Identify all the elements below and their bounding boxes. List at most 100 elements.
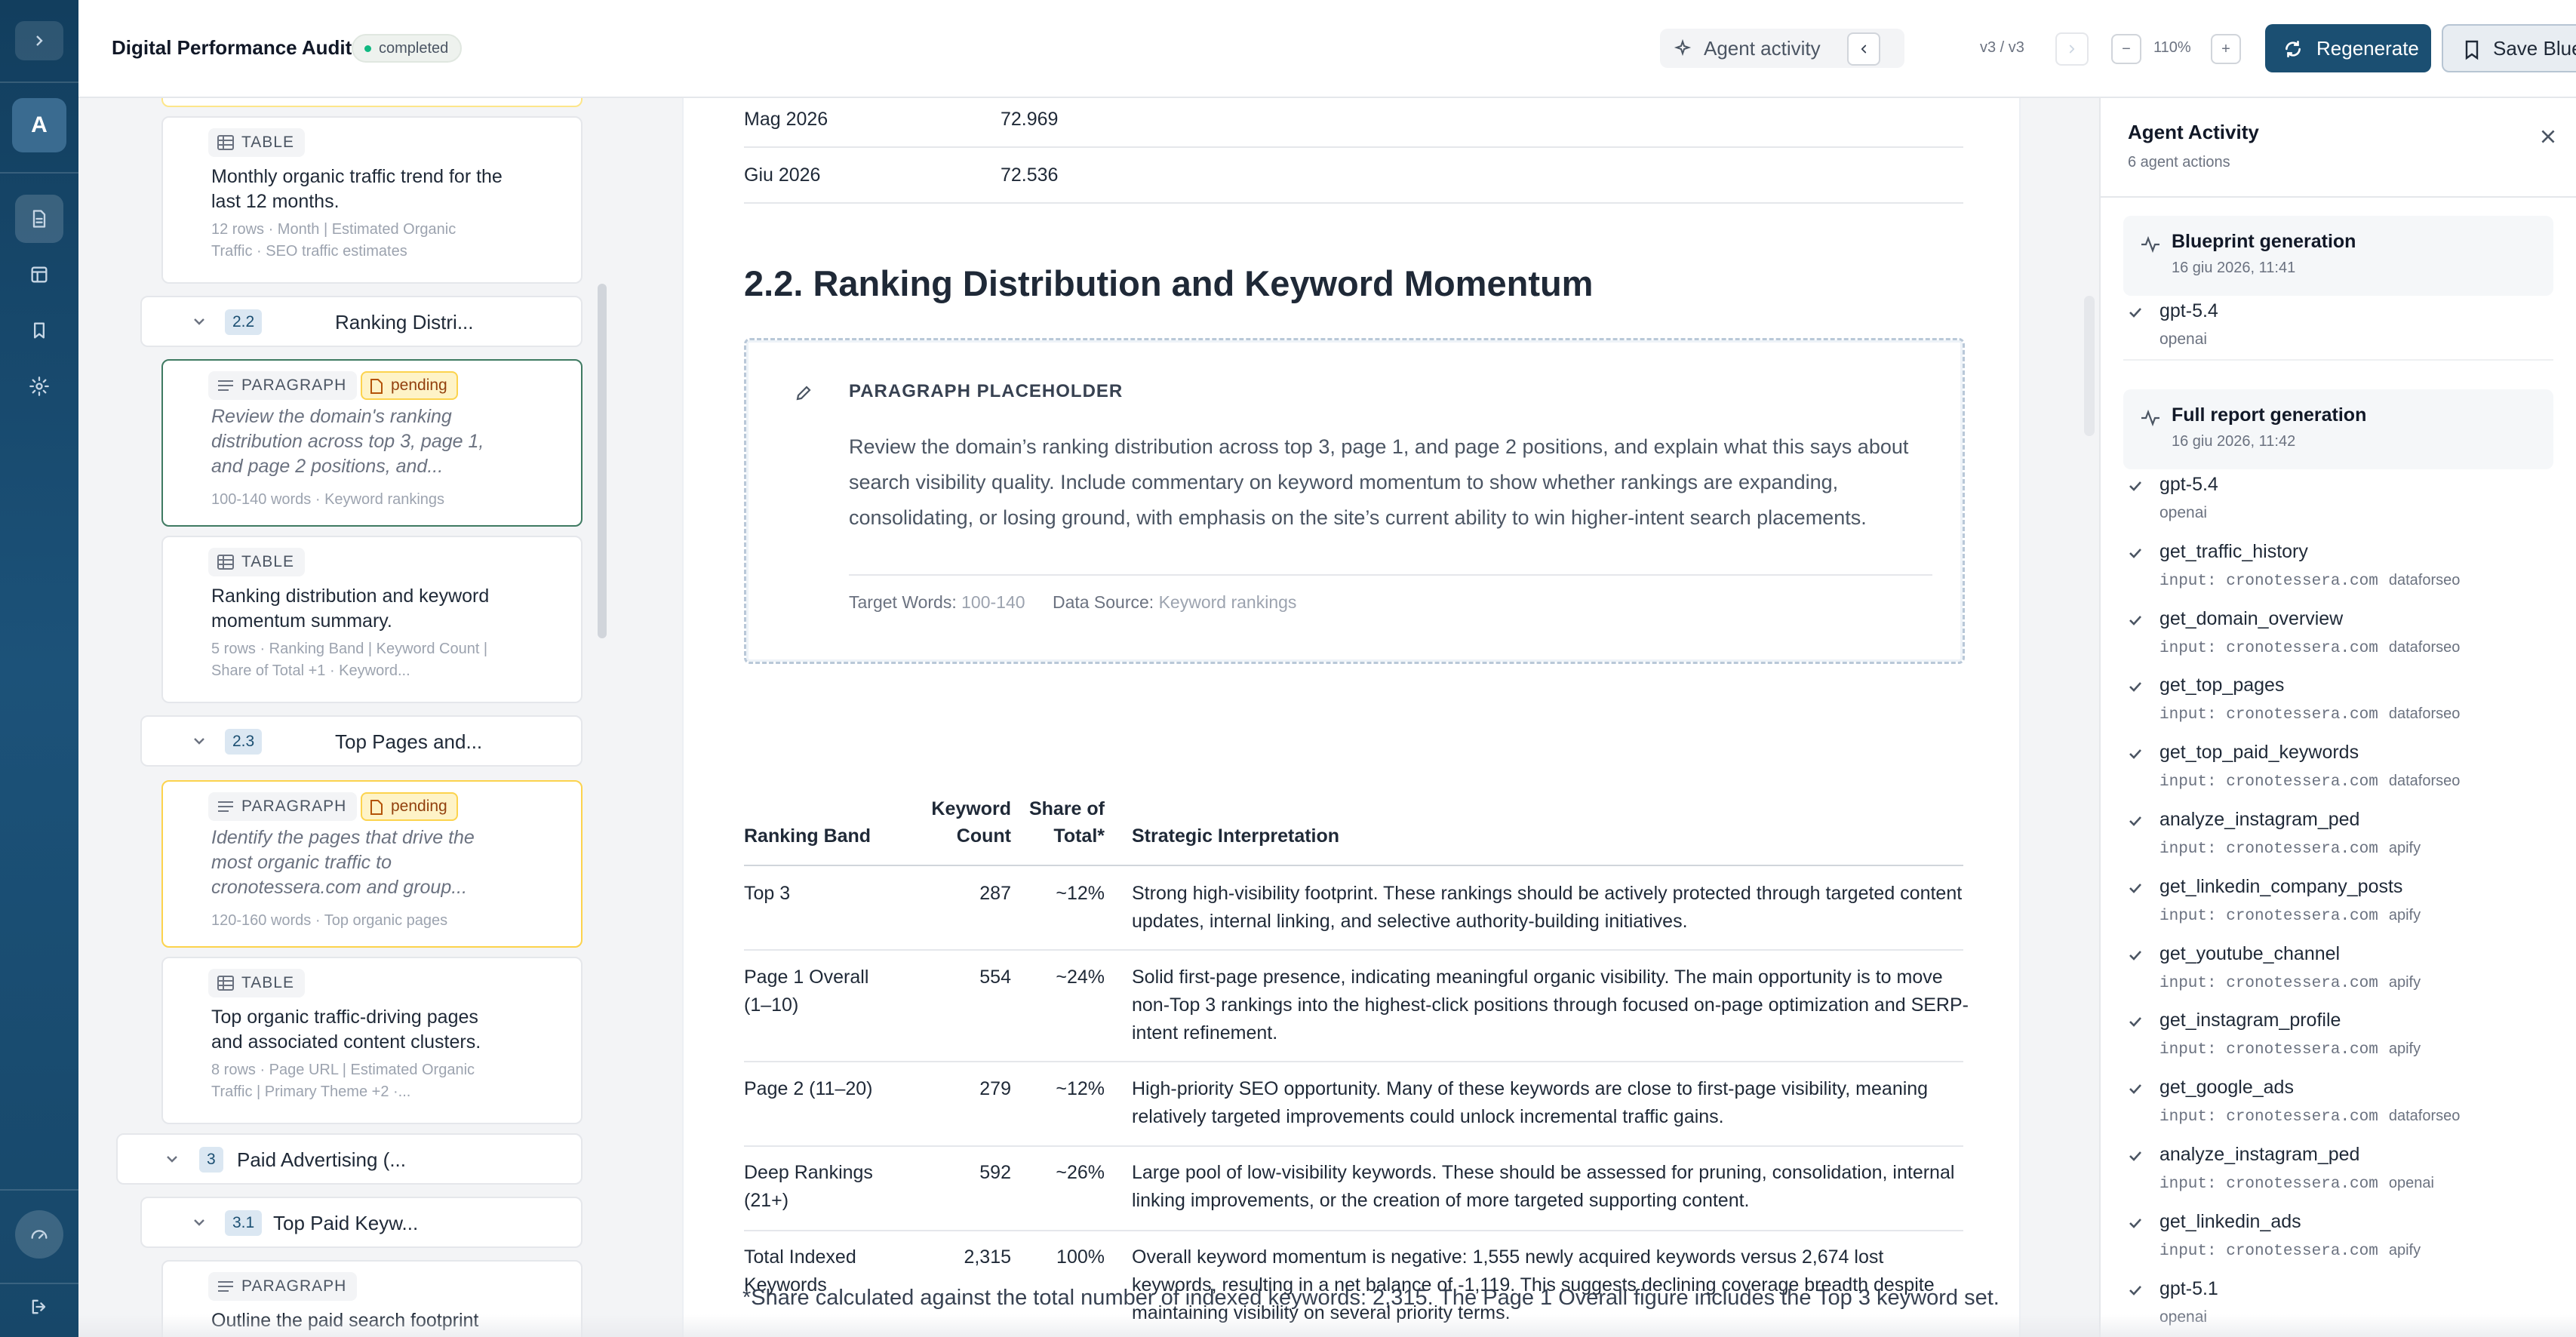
target-words-label: Target Words: — [849, 592, 957, 612]
zoom-out-button[interactable]: − — [2111, 34, 2141, 64]
band-cell: Page 2 (11–20) — [744, 1078, 873, 1099]
gauge-icon — [31, 1230, 48, 1239]
check-icon — [2129, 481, 2141, 491]
outline-card[interactable]: TABLE Ranking distribution and keyword m… — [161, 536, 583, 703]
activity-name: analyze_instagram_ped — [2159, 1144, 2360, 1165]
card-text: Ranking distribution and keyword momentu… — [211, 586, 490, 632]
outline-card[interactable]: PARAGRAPH pending Identify the pages tha… — [161, 780, 583, 948]
card-type: PARAGRAPH — [241, 798, 347, 815]
expand-sidebar-button[interactable] — [15, 21, 63, 60]
table-icon — [217, 976, 234, 991]
share-cell: ~12% — [1056, 1078, 1105, 1099]
table-icon — [217, 135, 234, 150]
activity-name: get_linkedin_company_posts — [2159, 876, 2403, 897]
card-meta: 5 rows · Ranking Band | Keyword Count | … — [211, 641, 488, 679]
regenerate-button[interactable]: Regenerate — [2265, 24, 2431, 72]
usage-button[interactable] — [15, 1210, 63, 1259]
section-number: 2.2 — [225, 309, 263, 335]
nav-settings[interactable] — [15, 362, 63, 410]
card-meta: 120-160 words · Top organic pages — [211, 912, 448, 929]
band-cell: Page 1 Overall (1–10) — [744, 967, 869, 1016]
outline-card[interactable]: TABLE Top organic traffic-driving pages … — [161, 957, 583, 1124]
save-blueprint-button[interactable]: Save Blueprint — [2442, 24, 2576, 72]
type-chip: TABLE — [208, 969, 305, 997]
row-divider — [744, 202, 1963, 204]
share-cell: 100% — [1056, 1246, 1105, 1268]
outline-section-3-1[interactable]: 3.1 Top Paid Keyw... — [140, 1197, 583, 1248]
activity-details: input: cronotessera.com dataforseo — [2159, 638, 2460, 657]
activity-provider: apify — [2388, 907, 2421, 924]
paragraph-placeholder[interactable]: PARAGRAPH PLACEHOLDER Review the domain’… — [744, 338, 1965, 664]
chevron-down-icon — [167, 1156, 177, 1163]
interpretation-cell: Strong high-visibility footprint. These … — [1132, 883, 1963, 932]
status-badge: completed — [352, 34, 463, 63]
gear-icon — [29, 377, 49, 396]
bookmark-icon — [2465, 40, 2479, 60]
outline-section-2-2[interactable]: 2.2 Ranking Distri... — [140, 296, 583, 347]
check-icon — [2129, 951, 2141, 960]
zoom-level: 110% — [2153, 39, 2191, 56]
outline-section-3[interactable]: 3 Paid Advertising (... — [116, 1133, 583, 1185]
type-chip: TABLE — [208, 128, 305, 157]
close-icon[interactable] — [2538, 127, 2558, 146]
pencil-icon — [796, 386, 811, 401]
document-scrollbar[interactable] — [2084, 296, 2095, 436]
panel-title: Agent Activity — [2128, 121, 2259, 143]
activity-group: Full report generation 16 giu 2026, 11:4… — [2123, 389, 2553, 469]
activity-provider: dataforseo — [2388, 773, 2461, 789]
app-rail: A — [0, 0, 78, 1337]
chevron-left-icon — [1861, 45, 1867, 54]
row-divider — [744, 949, 1963, 951]
activity-details: input: cronotessera.com dataforseo — [2159, 1107, 2460, 1126]
table-footnote: *Share calculated against the total numb… — [742, 1286, 2000, 1310]
check-icon — [2129, 1219, 2141, 1228]
activity-input: input: cronotessera.com — [2159, 841, 2378, 858]
activity-input: input: cronotessera.com — [2159, 1041, 2378, 1059]
activity-details: input: cronotessera.com apify — [2159, 1241, 2421, 1260]
logout-button[interactable] — [15, 1283, 63, 1331]
outline-card-selected[interactable]: PARAGRAPH pending Review the domain's ra… — [161, 359, 583, 527]
activity-provider: dataforseo — [2388, 572, 2461, 589]
activity-group: Blueprint generation 16 giu 2026, 11:41 — [2123, 216, 2553, 296]
outline-section-2-3[interactable]: 2.3 Top Pages and... — [140, 715, 583, 767]
card-text: Review the domain's ranking distribution… — [211, 406, 484, 477]
activity-details: input: cronotessera.com apify — [2159, 1040, 2421, 1059]
version-indicator: v3 / v3 — [1980, 39, 2024, 56]
nav-documents[interactable] — [15, 195, 63, 243]
bookmark-icon — [34, 322, 45, 339]
table-icon — [217, 555, 234, 570]
zoom-in-button[interactable]: + — [2211, 34, 2241, 64]
next-version-button[interactable] — [2055, 32, 2089, 66]
count-cell: 279 — [979, 1078, 1011, 1099]
logout-icon — [32, 1299, 46, 1314]
section-number: 3.1 — [225, 1210, 263, 1236]
file-icon — [370, 379, 383, 394]
paragraph-icon — [218, 1281, 233, 1292]
activity-details: input: cronotessera.com dataforseo — [2159, 571, 2460, 590]
activity-provider: openai — [2388, 1175, 2434, 1191]
activity-input: input: cronotessera.com — [2159, 1243, 2378, 1260]
nav-templates[interactable] — [15, 250, 63, 299]
row-divider — [744, 146, 1963, 148]
card-type: PARAGRAPH — [241, 377, 347, 394]
count-cell: 2,315 — [964, 1246, 1011, 1268]
layout-icon — [31, 266, 48, 283]
activity-details: input: cronotessera.com dataforseo — [2159, 705, 2460, 724]
activity-details: input: cronotessera.com openai — [2159, 1174, 2434, 1193]
previous-version-button[interactable] — [1847, 32, 1880, 66]
nav-blueprints[interactable] — [15, 306, 63, 355]
activity-name: gpt-5.4 — [2159, 300, 2218, 321]
share-cell: ~26% — [1056, 1162, 1105, 1183]
card-meta: 12 rows · Month | Estimated Organic Traf… — [211, 221, 456, 260]
activity-input: input: cronotessera.com — [2159, 640, 2378, 657]
activity-input: input: cronotessera.com — [2159, 706, 2378, 724]
avatar[interactable]: A — [12, 98, 66, 152]
outline-scrollbar[interactable] — [598, 284, 607, 638]
type-chip: PARAGRAPH — [208, 1272, 358, 1301]
outline-card[interactable]: TABLE Monthly organic traffic trend for … — [161, 116, 583, 284]
card-text: Top organic traffic-driving pages and as… — [211, 1007, 481, 1053]
outline-card[interactable] — [161, 98, 583, 107]
check-icon — [2129, 308, 2141, 318]
activity-provider: apify — [2388, 840, 2421, 856]
file-icon — [370, 800, 383, 815]
